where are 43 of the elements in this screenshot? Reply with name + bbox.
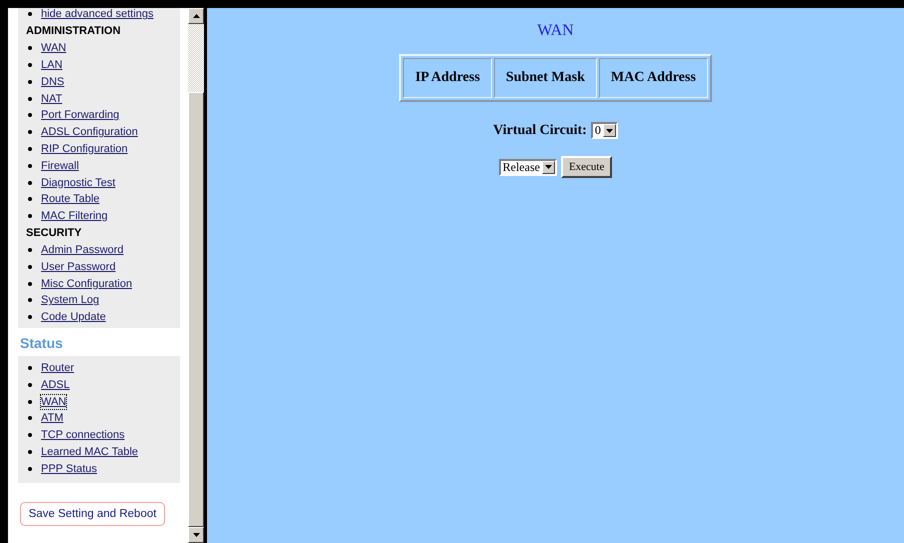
sidebar-link[interactable]: User Password <box>41 260 116 274</box>
sidebar-link[interactable]: Misc Configuration <box>41 276 132 291</box>
section-heading: SECURITY <box>26 226 83 241</box>
down-arrow-icon <box>606 128 613 132</box>
sidebar-link[interactable]: Firewall <box>41 158 79 173</box>
sidebar-link[interactable]: MAC Filtering <box>41 209 108 224</box>
sidebar-link[interactable]: WAN <box>41 394 66 409</box>
sidebar-link[interactable]: DNS <box>41 74 64 89</box>
sidebar-link[interactable]: NAT <box>41 92 62 106</box>
column-header: IP Address <box>403 58 492 98</box>
sidebar-link[interactable]: Diagnostic Test <box>41 176 116 190</box>
virtual-circuit-label: Virtual Circuit: <box>493 122 587 138</box>
save-reboot-button[interactable]: Save Setting and Reboot <box>20 502 165 526</box>
scrollbar-thumb[interactable] <box>188 92 204 527</box>
sidebar-link[interactable]: WAN <box>41 41 66 56</box>
sidebar-link[interactable]: ADSL <box>41 378 70 392</box>
sidebar-link[interactable]: PPP Status <box>41 462 98 476</box>
scroll-down-button[interactable] <box>188 527 204 543</box>
sidebar-link[interactable]: TCP connections <box>41 428 125 442</box>
action-select[interactable]: Release <box>498 158 557 176</box>
virtual-circuit-select[interactable]: 0 <box>590 122 618 139</box>
sidebar-link[interactable]: LAN <box>41 58 62 72</box>
section-heading: ADMINISTRATION <box>26 24 122 39</box>
sidebar-link[interactable]: Route Table <box>41 192 100 206</box>
sidebar-link[interactable]: ADSL Configuration <box>41 125 138 140</box>
sidebar-link[interactable]: System Log <box>41 293 100 308</box>
column-header: Subnet Mask <box>494 58 597 98</box>
down-arrow-icon <box>192 533 200 537</box>
scroll-up-button[interactable] <box>188 8 204 24</box>
sidebar-link[interactable]: RIP Configuration <box>41 142 128 156</box>
status-heading: Status <box>19 334 64 353</box>
column-header: MAC Address <box>598 58 708 98</box>
sidebar-link[interactable]: Router <box>41 360 74 375</box>
sidebar-link[interactable]: hide advanced settings <box>41 8 154 22</box>
sidebar-link[interactable]: Port Forwarding <box>41 108 120 122</box>
sidebar-link[interactable]: Learned MAC Table <box>41 444 138 459</box>
sidebar-link[interactable]: Code Update <box>41 310 106 324</box>
sidebar-link[interactable]: ATM <box>41 411 64 426</box>
execute-button[interactable]: Execute <box>560 156 612 178</box>
down-arrow-icon <box>544 165 552 169</box>
sidebar-link[interactable]: Admin Password <box>41 242 124 257</box>
up-arrow-icon <box>192 14 200 18</box>
page-title: WAN <box>537 22 574 40</box>
